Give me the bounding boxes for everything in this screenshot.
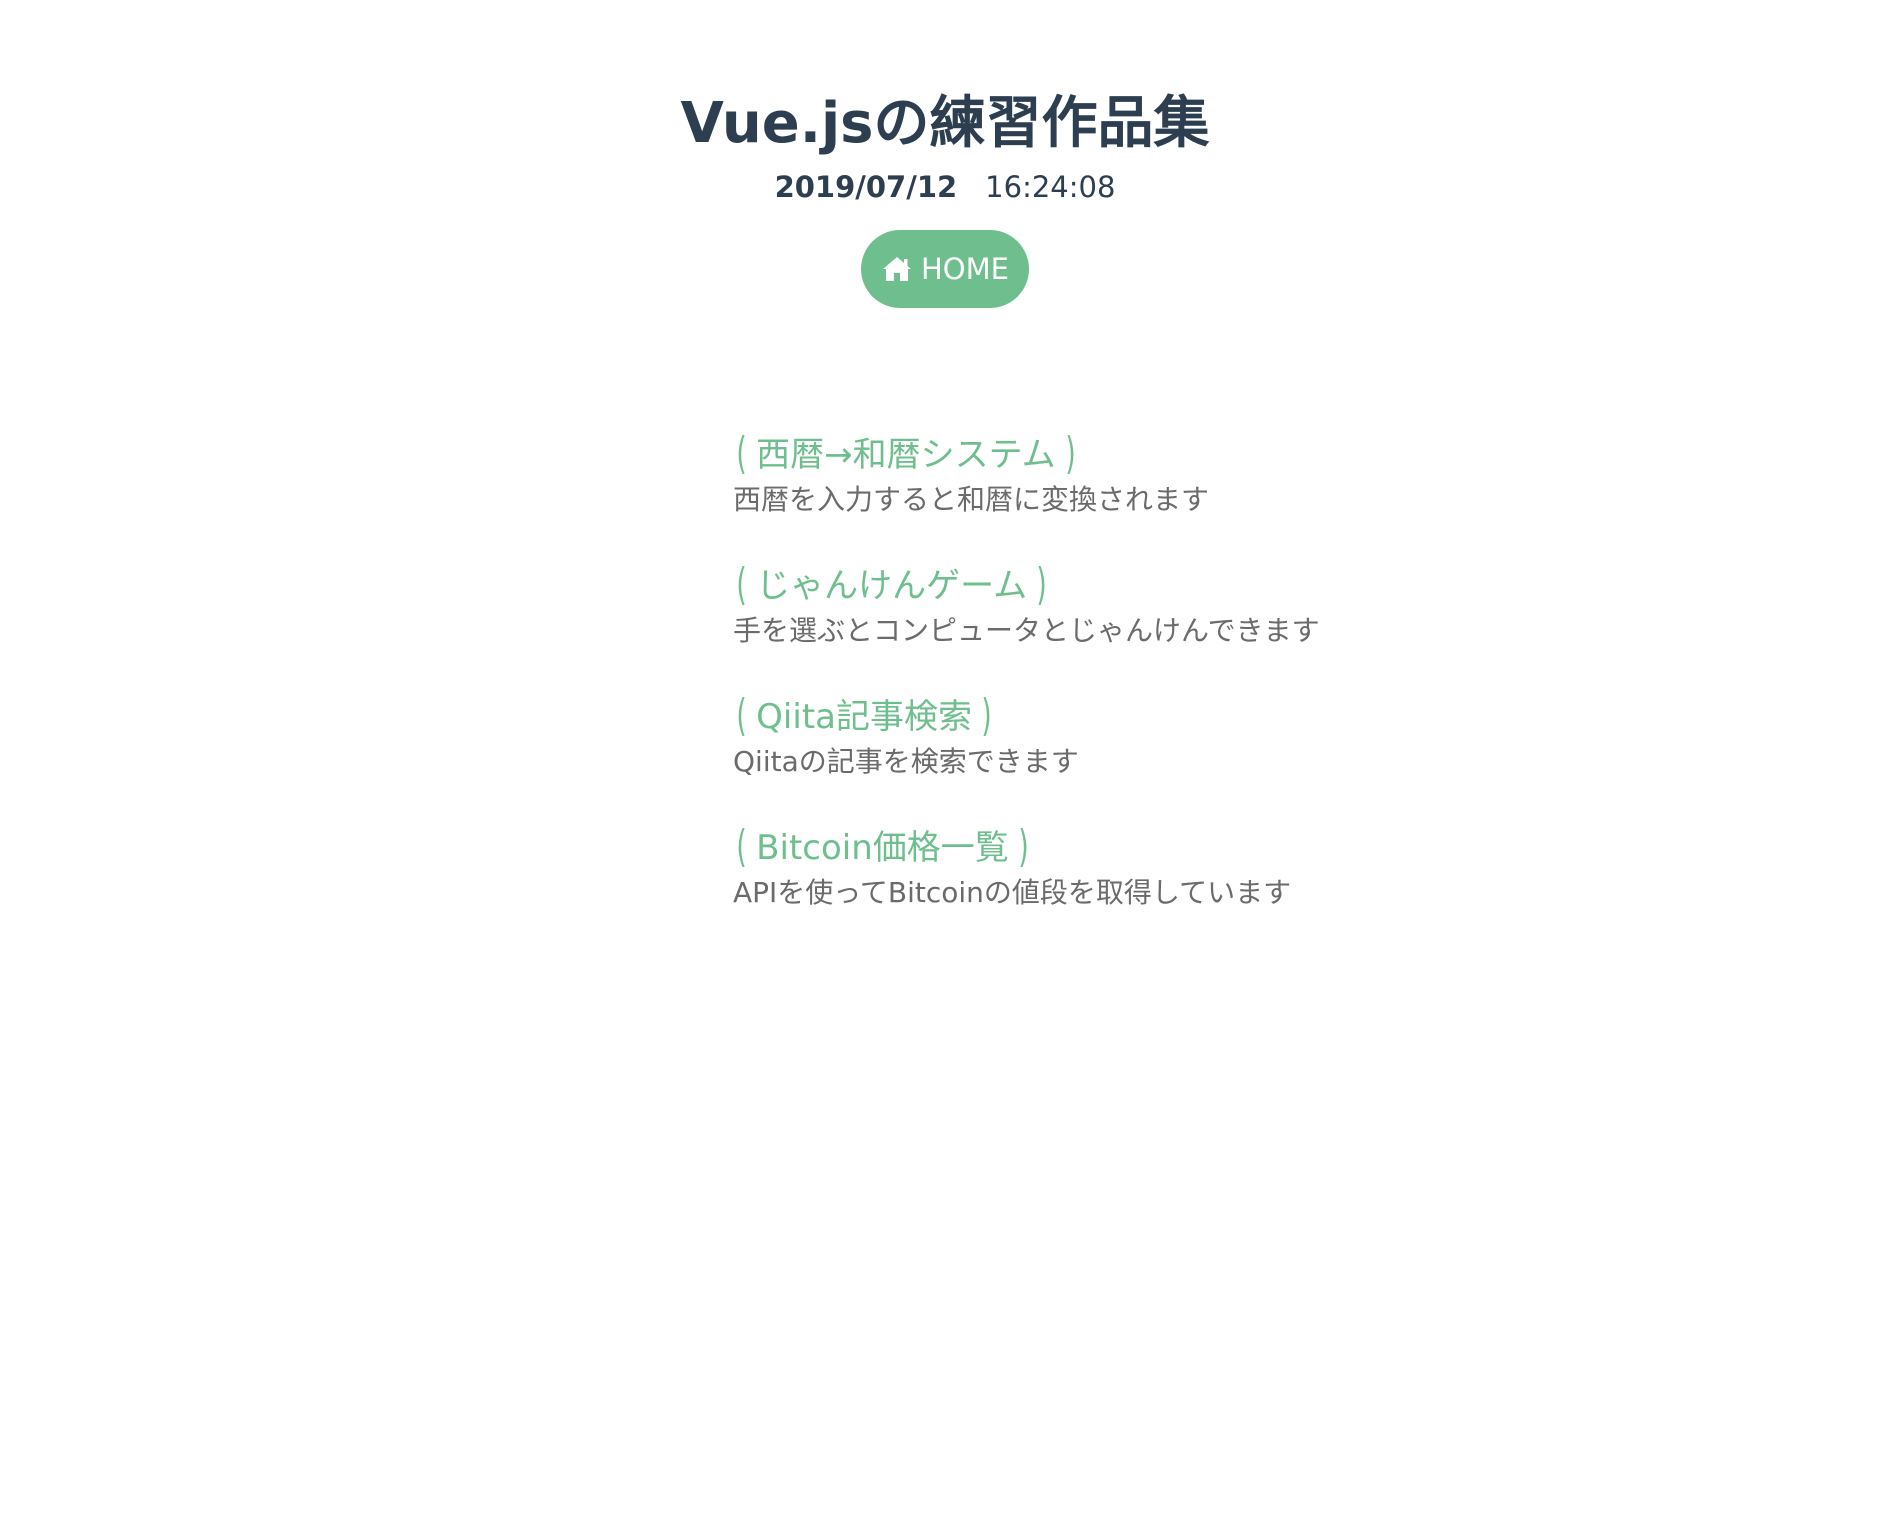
page: Vue.jsの練習作品集 2019/07/12 16:24:08 HOME (西暦… — [0, 0, 1890, 1524]
page-title: Vue.jsの練習作品集 — [680, 91, 1210, 156]
work-title: Bitcoin価格一覧 — [756, 828, 1009, 868]
work-description: Qiitaの記事を検索できます — [733, 745, 1079, 778]
list-item: (西暦→和暦システム) 西暦を入力すると和暦に変換されます — [733, 428, 1633, 519]
list-item: (Bitcoin価格一覧) APIを使ってBitcoinの値段を取得しています — [733, 821, 1633, 912]
work-link-qiita[interactable]: (Qiita記事検索) — [733, 690, 995, 743]
paren-right: ) — [1065, 428, 1076, 479]
work-description: 手を選ぶとコンピュータとじゃんけんできます — [733, 614, 1320, 647]
paren-left: ( — [736, 821, 747, 872]
home-button-label: HOME — [921, 252, 1009, 286]
home-icon — [883, 257, 911, 281]
works-list: (西暦→和暦システム) 西暦を入力すると和暦に変換されます (じゃんけんゲーム)… — [733, 428, 1633, 952]
datetime: 2019/07/12 16:24:08 — [0, 167, 1890, 207]
work-title: Qiita記事検索 — [756, 697, 972, 737]
work-link-janken[interactable]: (じゃんけんゲーム) — [733, 559, 1050, 612]
work-description: 西暦を入力すると和暦に変換されます — [733, 483, 1210, 516]
list-item: (じゃんけんゲーム) 手を選ぶとコンピュータとじゃんけんできます — [733, 559, 1633, 650]
paren-right: ) — [1036, 559, 1047, 610]
work-link-wareki[interactable]: (西暦→和暦システム) — [733, 428, 1079, 481]
home-button-wrapper: HOME — [0, 230, 1890, 308]
paren-left: ( — [736, 690, 747, 741]
work-link-bitcoin[interactable]: (Bitcoin価格一覧) — [733, 821, 1032, 874]
work-title: じゃんけんゲーム — [756, 566, 1028, 606]
header: Vue.jsの練習作品集 2019/07/12 16:24:08 HOME — [0, 84, 1890, 308]
paren-left: ( — [736, 559, 747, 610]
current-date: 2019/07/12 — [774, 170, 958, 204]
current-time: 16:24:08 — [985, 170, 1116, 204]
work-title: 西暦→和暦システム — [756, 435, 1056, 475]
list-item: (Qiita記事検索) Qiitaの記事を検索できます — [733, 690, 1633, 781]
paren-left: ( — [736, 428, 747, 479]
work-description: APIを使ってBitcoinの値段を取得しています — [733, 876, 1292, 909]
home-button[interactable]: HOME — [861, 230, 1029, 308]
paren-right: ) — [1018, 821, 1029, 872]
paren-right: ) — [981, 690, 992, 741]
